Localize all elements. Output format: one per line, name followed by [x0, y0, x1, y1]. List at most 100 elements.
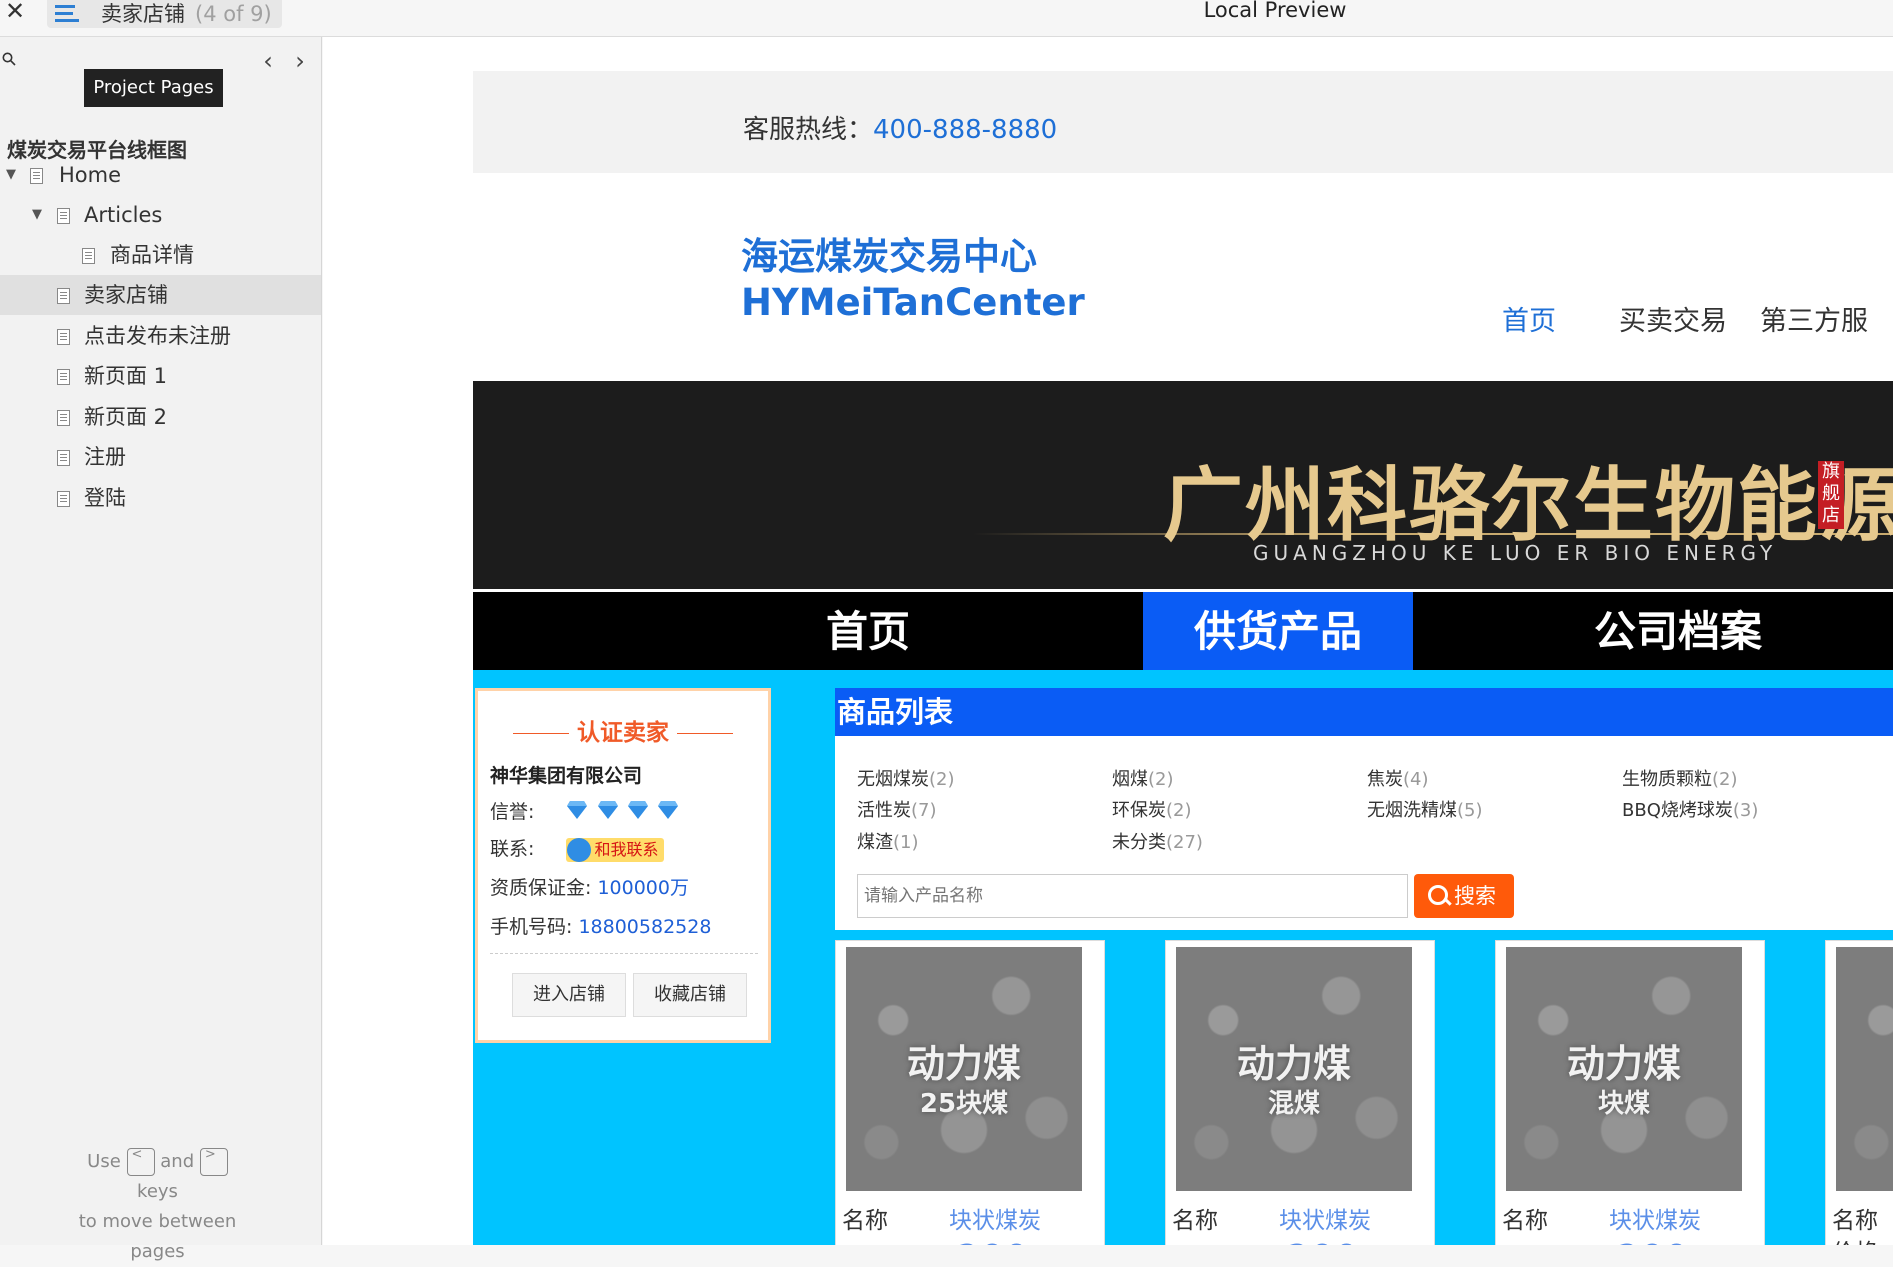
page-icon [57, 491, 70, 507]
tree-item-login[interactable]: 登陆 [0, 478, 321, 518]
page-icon [57, 329, 70, 345]
product-search-input[interactable] [857, 874, 1408, 918]
product-image[interactable]: 动力煤 25块煤 [846, 947, 1082, 1191]
tree-item-label: Articles [84, 203, 163, 227]
product-name-label: 名称 [1502, 1208, 1548, 1234]
tree-item-label: 卖家店铺 [84, 283, 168, 307]
preview-canvas: 客服热线：400-888-8880 海运煤炭交易中心 HYMeiTanCente… [323, 37, 1893, 1245]
tree-item-label: 新页面 2 [84, 405, 168, 429]
product-name-label: 名称 [1832, 1208, 1878, 1234]
product-name-label: 名称 [842, 1208, 888, 1234]
expand-arrow-icon[interactable]: ▼ [32, 195, 42, 235]
hotline-number[interactable]: 400-888-8880 [873, 115, 1057, 145]
reputation-row: 信誉: [490, 797, 681, 825]
topnav-third-party[interactable]: 第三方服 [1760, 299, 1868, 338]
tree-item-label: 新页面 1 [84, 364, 168, 388]
page-icon [57, 288, 70, 304]
tree-item-label: 商品详情 [110, 243, 194, 267]
tree-item-new-page-2[interactable]: 新页面 2 [0, 397, 321, 437]
contact-row: 联系: 和我联系 [490, 834, 665, 862]
tree-item-publish-unregistered[interactable]: 点击发布未注册 [0, 316, 321, 356]
tree-item-home[interactable]: ▼ Home [0, 155, 321, 195]
right-key-icon: > [199, 1148, 228, 1176]
tree-item-new-page-1[interactable]: 新页面 1 [0, 356, 321, 396]
product-card[interactable]: 名称 价格 [1825, 940, 1893, 1245]
tree-item-register[interactable]: 注册 [0, 437, 321, 477]
product-card[interactable]: 动力煤 25块煤 名称 块状煤炭 价格200 [835, 940, 1105, 1245]
left-key-icon: < [126, 1148, 155, 1176]
product-list-title: 商品列表 [835, 688, 1893, 736]
product-image[interactable]: 动力煤 混煤 [1176, 947, 1412, 1191]
product-image[interactable] [1836, 947, 1893, 1191]
phone-value: 18800582528 [578, 916, 712, 938]
expand-arrow-icon[interactable]: ▼ [6, 155, 16, 195]
product-image[interactable]: 动力煤 块煤 [1506, 947, 1742, 1191]
close-icon[interactable]: ✕ [5, 0, 25, 26]
banner-seal: 旗舰店 [1818, 461, 1844, 529]
product-name-value[interactable]: 块状煤炭 [1609, 1201, 1701, 1235]
search-button[interactable]: 搜索 [1414, 874, 1514, 918]
menu-icon[interactable] [55, 5, 79, 23]
product-name-value[interactable]: 块状煤炭 [1279, 1201, 1371, 1235]
customer-hotline: 客服热线：400-888-8880 [743, 115, 1058, 145]
top-bar: ✕ 卖家店铺 (4 of 9) Local Preview [0, 0, 1893, 37]
product-name-label: 名称 [1172, 1208, 1218, 1234]
category-link[interactable]: 生物质颗粒(2) [1622, 765, 1738, 791]
chevron-left-icon[interactable]: ‹ [258, 49, 278, 74]
shop-nav-profile[interactable]: 公司档案 [1543, 592, 1813, 670]
category-link[interactable]: 未分类(27) [1112, 828, 1203, 854]
current-page-chip[interactable]: 卖家店铺 (4 of 9) [47, 0, 282, 28]
tree-item-label: 注册 [84, 445, 126, 469]
product-card[interactable]: 动力煤 混煤 名称 块状煤炭 价格200 [1165, 940, 1435, 1245]
topnav-trade[interactable]: 买卖交易 [1619, 299, 1727, 338]
page-icon [57, 410, 70, 426]
phone-row: 手机号码: 18800582528 [490, 916, 712, 938]
seller-card: 认证卖家 神华集团有限公司 信誉: 联系: 和我联系 资质保证金: 100000… [475, 688, 771, 1043]
diamond-icon [627, 801, 648, 819]
category-link[interactable]: 焦炭(4) [1367, 765, 1429, 791]
tree-item-product-detail[interactable]: 商品详情 [0, 235, 321, 275]
page-icon [30, 168, 43, 184]
contact-me-button[interactable]: 和我联系 [566, 837, 665, 862]
tree-item-articles[interactable]: ▼ Articles [0, 195, 321, 235]
shop-nav-products[interactable]: 供货产品 [1143, 592, 1413, 670]
shop-content: 认证卖家 神华集团有限公司 信誉: 联系: 和我联系 资质保证金: 100000… [473, 670, 1893, 1245]
product-name-value[interactable]: 块状煤炭 [949, 1201, 1041, 1235]
hotline-bar: 客服热线：400-888-8880 [473, 71, 1893, 173]
site-logo[interactable]: 海运煤炭交易中心 HYMeiTanCenter [741, 234, 1085, 326]
deposit-value: 100000万 [597, 877, 689, 899]
favorite-shop-button[interactable]: 收藏店铺 [633, 973, 747, 1017]
keyboard-hint: Use < and > keys to move between pages [78, 1147, 237, 1262]
category-link[interactable]: 无烟洗精煤(5) [1367, 796, 1483, 822]
project-pages-sidebar: Project Pages ‹ › 煤炭交易平台线框图 ▼ Home ▼ Art… [0, 37, 322, 1262]
tree-item-label: 登陆 [84, 486, 126, 510]
page-icon [57, 208, 70, 224]
shop-banner: 广州科骆尔生物能源 旗舰店 GUANGZHOU KE LUO ER BIO EN… [473, 381, 1893, 589]
chevron-right-icon[interactable]: › [290, 49, 310, 74]
tree-item-seller-shop[interactable]: 卖家店铺 [0, 275, 321, 315]
product-card[interactable]: 动力煤 块煤 名称 块状煤炭 价格200 [1495, 940, 1765, 1245]
category-link[interactable]: 煤渣(1) [857, 828, 919, 854]
shop-nav: 首页 供货产品 公司档案 [473, 592, 1893, 670]
shop-nav-home[interactable]: 首页 [733, 592, 1003, 670]
product-price: 价格200 [1172, 1233, 1359, 1245]
category-link[interactable]: 环保炭(2) [1112, 796, 1192, 822]
category-link[interactable]: 无烟煤炭(2) [857, 765, 955, 791]
seller-company: 神华集团有限公司 [490, 765, 643, 787]
page-icon [57, 369, 70, 385]
divider [490, 953, 758, 954]
category-link[interactable]: BBQ烧烤球炭(3) [1622, 796, 1758, 822]
tooltip: Project Pages [84, 69, 223, 107]
logo-en: HYMeiTanCenter [741, 281, 1085, 324]
enter-shop-button[interactable]: 进入店铺 [512, 973, 626, 1017]
page-icon [57, 450, 70, 466]
window-title: Local Preview [1203, 0, 1347, 22]
search-icon[interactable] [2, 52, 16, 66]
reputation-diamonds [566, 800, 680, 825]
topnav-home[interactable]: 首页 [1502, 299, 1556, 338]
current-page-title: 卖家店铺 (4 of 9) [101, 2, 272, 26]
product-price: 价格200 [842, 1233, 1029, 1245]
category-link[interactable]: 烟煤(2) [1112, 765, 1174, 791]
category-link[interactable]: 活性炭(7) [857, 796, 937, 822]
banner-subtitle: GUANGZHOU KE LUO ER BIO ENERGY [1253, 541, 1778, 565]
